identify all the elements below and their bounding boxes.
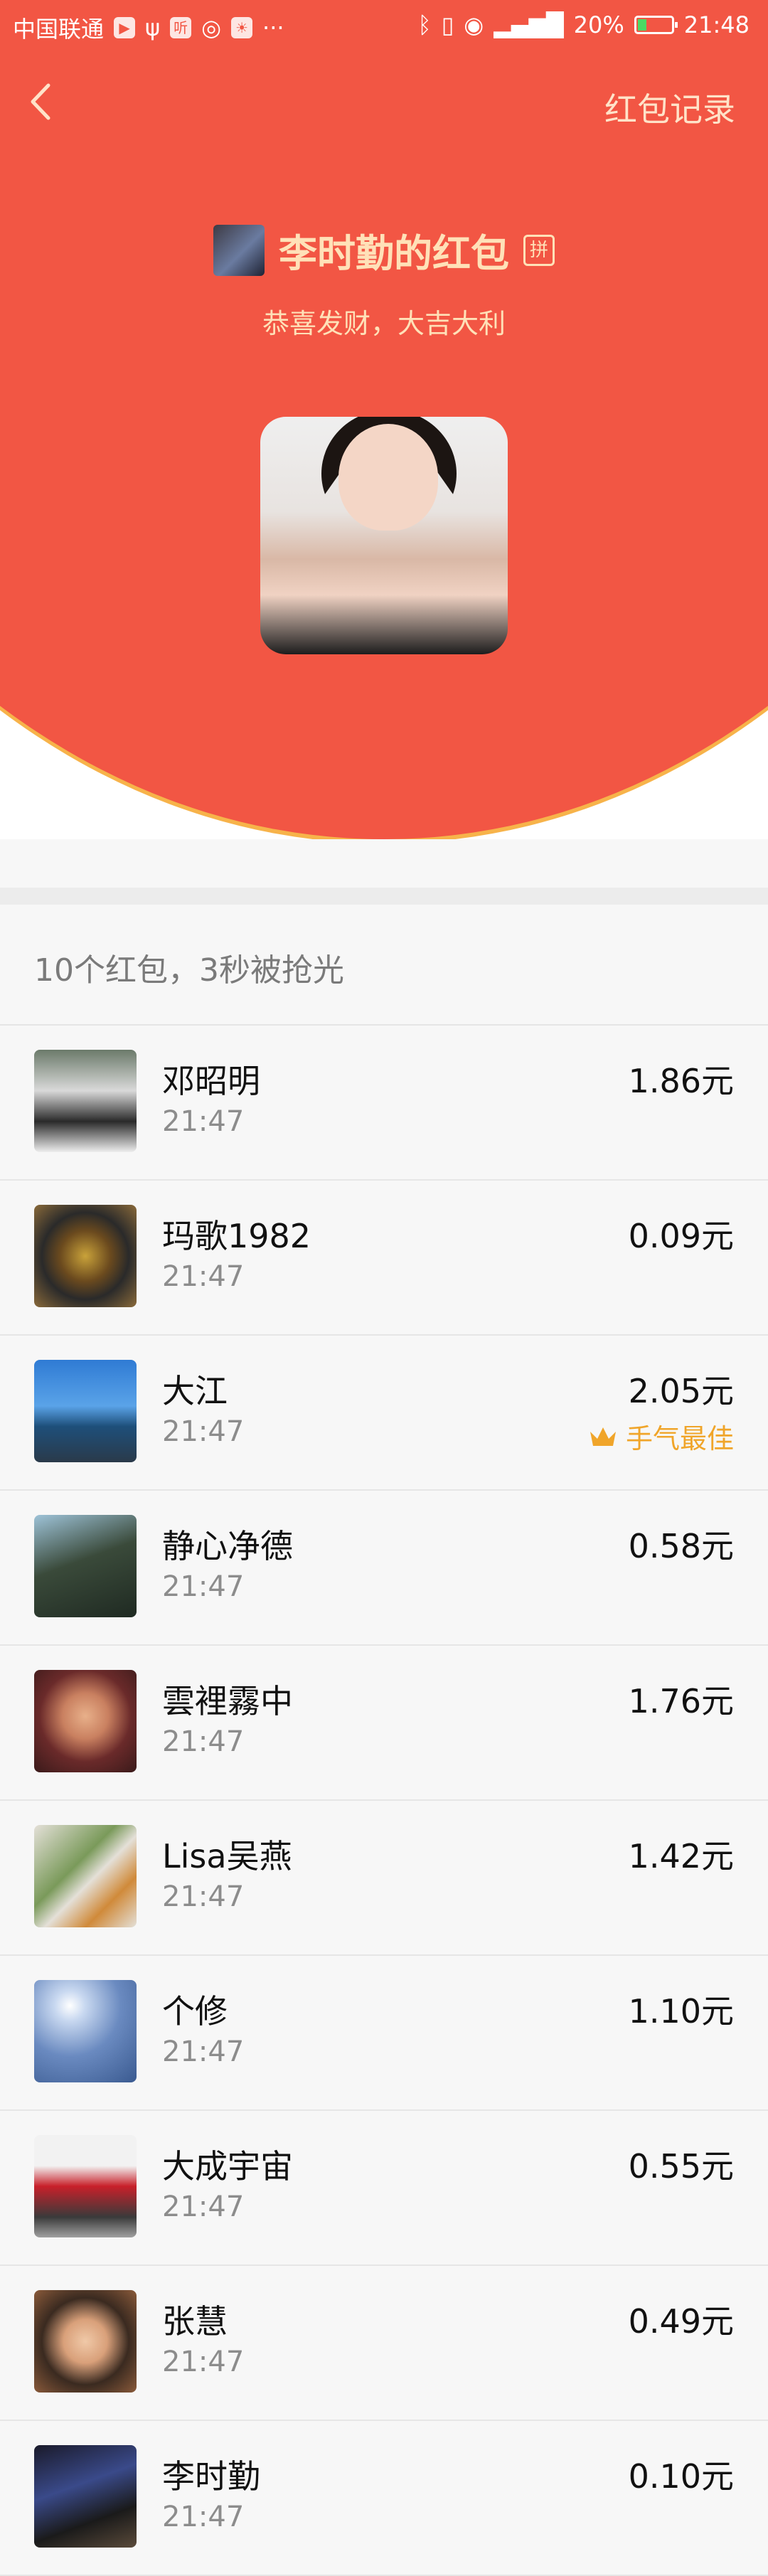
- grab-time: 21:47: [162, 1570, 245, 1603]
- recipient-name: 雲裡霧中: [162, 1682, 293, 1720]
- owner-title: 李时勤的红包: [279, 231, 509, 276]
- list-item[interactable]: 大成宇宙 21:47 0.55元: [0, 2111, 768, 2266]
- video-app-icon: ▶: [114, 17, 136, 38]
- battery-icon: [634, 16, 678, 34]
- avatar[interactable]: [34, 1360, 137, 1462]
- grab-time: 21:47: [162, 1725, 245, 1758]
- recipient-list: 邓昭明 21:47 1.86元 玛歌1982 21:47 0.09元 大江 21…: [0, 1026, 768, 2576]
- avatar[interactable]: [34, 2445, 137, 2548]
- back-button[interactable]: [20, 77, 63, 127]
- red-packet-cover-image: [260, 417, 508, 654]
- news-app-icon: 听: [170, 17, 192, 38]
- clock: 21:48: [683, 11, 750, 38]
- avatar[interactable]: [34, 1515, 137, 1617]
- signal-icon: ▂▄▆█: [494, 11, 564, 38]
- vibrate-icon: ▯: [441, 11, 454, 38]
- recipient-name: 大江: [162, 1372, 228, 1410]
- grab-amount: 0.49元: [628, 2302, 734, 2341]
- owner-row: 李时勤的红包 拼: [0, 222, 768, 278]
- eye-icon: ◉: [464, 11, 484, 38]
- summary-text: 10个红包，3秒被抢光: [34, 952, 344, 989]
- red-envelope-header: 中国联通 ▶ ψ 听 ◎ ☀ ··· ᛒ ▯ ◉ ▂▄▆█ 20% 21:48 …: [0, 0, 768, 839]
- list-item[interactable]: 李时勤 21:47 0.10元: [0, 2421, 768, 2576]
- grab-amount: 0.55元: [628, 2147, 734, 2186]
- avatar[interactable]: [34, 1670, 137, 1772]
- grab-amount: 0.10元: [628, 2457, 734, 2496]
- summary-bar: 10个红包，3秒被抢光: [0, 905, 768, 1026]
- recipient-name: Lisa吴燕: [162, 1837, 292, 1875]
- grab-time: 21:47: [162, 2346, 245, 2378]
- avatar[interactable]: [34, 1825, 137, 1927]
- list-item[interactable]: Lisa吴燕 21:47 1.42元: [0, 1801, 768, 1956]
- list-item[interactable]: 个修 21:47 1.10元: [0, 1956, 768, 2111]
- grab-amount: 1.86元: [628, 1062, 734, 1100]
- recipient-name: 邓昭明: [162, 1062, 260, 1100]
- owner-avatar: [213, 224, 265, 276]
- grab-amount: 0.09元: [628, 1217, 734, 1255]
- recipient-name: 玛歌1982: [162, 1217, 311, 1255]
- avatar[interactable]: [34, 1980, 137, 2082]
- carrier-label: 中国联通: [13, 16, 105, 43]
- grab-time: 21:47: [162, 1880, 245, 1913]
- section-divider: [0, 888, 768, 905]
- list-item[interactable]: 张慧 21:47 0.49元: [0, 2266, 768, 2421]
- chevron-left-icon: [31, 83, 50, 120]
- recipient-name: 李时勤: [162, 2457, 260, 2496]
- grab-time: 21:47: [162, 1260, 245, 1293]
- bluetooth-icon: ᛒ: [417, 11, 432, 38]
- best-luck-badge: 手气最佳: [587, 1417, 734, 1456]
- red-packet-record-link[interactable]: 红包记录: [604, 84, 735, 131]
- list-item[interactable]: 玛歌1982 21:47 0.09元: [0, 1181, 768, 1336]
- recipient-name: 大成宇宙: [162, 2147, 293, 2186]
- battery-percent: 20%: [573, 11, 624, 38]
- headset-icon: ◎: [201, 14, 222, 41]
- recipient-name: 张慧: [162, 2302, 228, 2341]
- more-notifications: ···: [262, 14, 284, 41]
- grab-amount: 1.42元: [628, 1837, 734, 1875]
- status-bar: 中国联通 ▶ ψ 听 ◎ ☀ ··· ᛒ ▯ ◉ ▂▄▆█ 20% 21:48: [0, 0, 768, 53]
- usb-icon: ψ: [145, 14, 161, 41]
- avatar[interactable]: [34, 1205, 137, 1307]
- grab-amount: 1.76元: [628, 1682, 734, 1720]
- list-item[interactable]: 大江 21:47 2.05元 手气最佳: [0, 1336, 768, 1491]
- grab-time: 21:47: [162, 2191, 245, 2223]
- cover-face: [338, 424, 438, 531]
- avatar[interactable]: [34, 1050, 137, 1152]
- pin-badge: 拼: [523, 234, 555, 266]
- grab-amount: 0.58元: [628, 1527, 734, 1565]
- grab-time: 21:47: [162, 1415, 245, 1448]
- greeting-text: 恭喜发财，大吉大利: [262, 308, 506, 339]
- status-right: ᛒ ▯ ◉ ▂▄▆█ 20% 21:48: [417, 11, 750, 38]
- list-item[interactable]: 雲裡霧中 21:47 1.76元: [0, 1646, 768, 1801]
- grab-time: 21:47: [162, 2501, 245, 2533]
- notification-app-icon: ☀: [231, 17, 253, 38]
- grab-time: 21:47: [162, 1105, 245, 1138]
- avatar[interactable]: [34, 2135, 137, 2237]
- recipient-name: 个修: [162, 1992, 228, 2031]
- grab-amount: 2.05元: [628, 1372, 734, 1410]
- best-luck-label: 手气最佳: [625, 1423, 734, 1454]
- grab-amount: 1.10元: [628, 1992, 734, 2031]
- grab-time: 21:47: [162, 2035, 245, 2068]
- list-item[interactable]: 邓昭明 21:47 1.86元: [0, 1026, 768, 1181]
- status-left: 中国联通 ▶ ψ 听 ◎ ☀ ···: [13, 11, 284, 44]
- list-item[interactable]: 静心净德 21:47 0.58元: [0, 1491, 768, 1646]
- avatar[interactable]: [34, 2290, 137, 2393]
- crown-icon: [590, 1427, 616, 1446]
- recipient-name: 静心净德: [162, 1527, 293, 1565]
